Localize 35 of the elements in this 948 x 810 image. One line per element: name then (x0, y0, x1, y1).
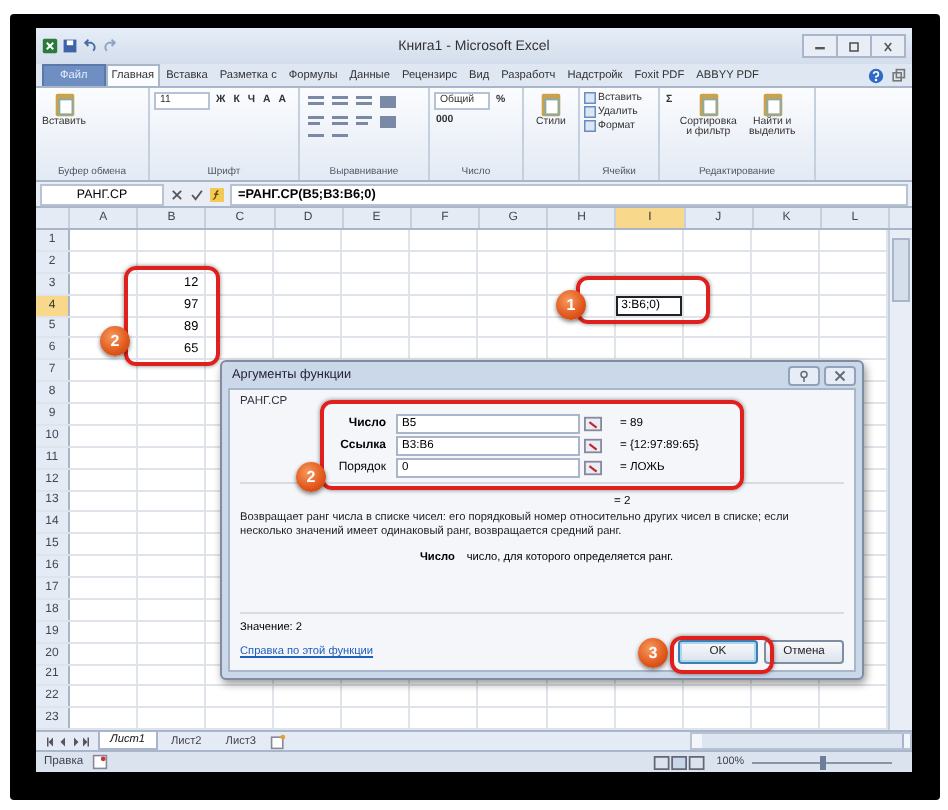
maximize-button[interactable] (836, 34, 872, 58)
sheet-navigation-icons[interactable] (42, 735, 94, 747)
collapse-dialog-icon[interactable] (584, 437, 602, 453)
view-buttons-icon[interactable] (652, 755, 709, 769)
save-icon[interactable] (62, 38, 78, 54)
excel-logo-icon (42, 38, 58, 54)
restore-icon[interactable] (890, 68, 906, 84)
clipboard-icon (695, 92, 722, 118)
collapse-dialog-icon[interactable] (584, 415, 602, 431)
cancel-icon[interactable] (170, 187, 184, 201)
help-icon[interactable] (868, 68, 884, 84)
highlight-frame (670, 636, 774, 674)
macro-record-icon[interactable] (91, 754, 108, 770)
scrollbar-thumb[interactable] (702, 734, 905, 748)
new-sheet-icon[interactable] (270, 733, 287, 749)
function-icon[interactable] (210, 187, 224, 201)
clipboard-icon (51, 92, 77, 118)
minimize-button[interactable] (802, 34, 838, 58)
clipboard-icon (538, 92, 564, 118)
help-icon (798, 369, 810, 381)
minimize-icon (812, 41, 828, 51)
undo-icon[interactable] (82, 38, 98, 54)
maximize-icon (846, 41, 862, 51)
close-button[interactable] (870, 34, 906, 58)
vertical-scrollbar[interactable] (888, 230, 912, 730)
close-button[interactable] (824, 365, 856, 385)
checkmark-icon[interactable] (190, 187, 204, 201)
collapse-dialog-icon[interactable] (584, 459, 602, 475)
zoom-slider-thumb[interactable] (819, 755, 825, 769)
scrollbar-thumb[interactable] (892, 238, 910, 302)
close-icon (834, 369, 846, 381)
horizontal-scrollbar[interactable] (690, 732, 912, 750)
clipboard-icon (759, 92, 786, 118)
help-button[interactable] (788, 365, 820, 385)
close-icon (880, 41, 896, 51)
